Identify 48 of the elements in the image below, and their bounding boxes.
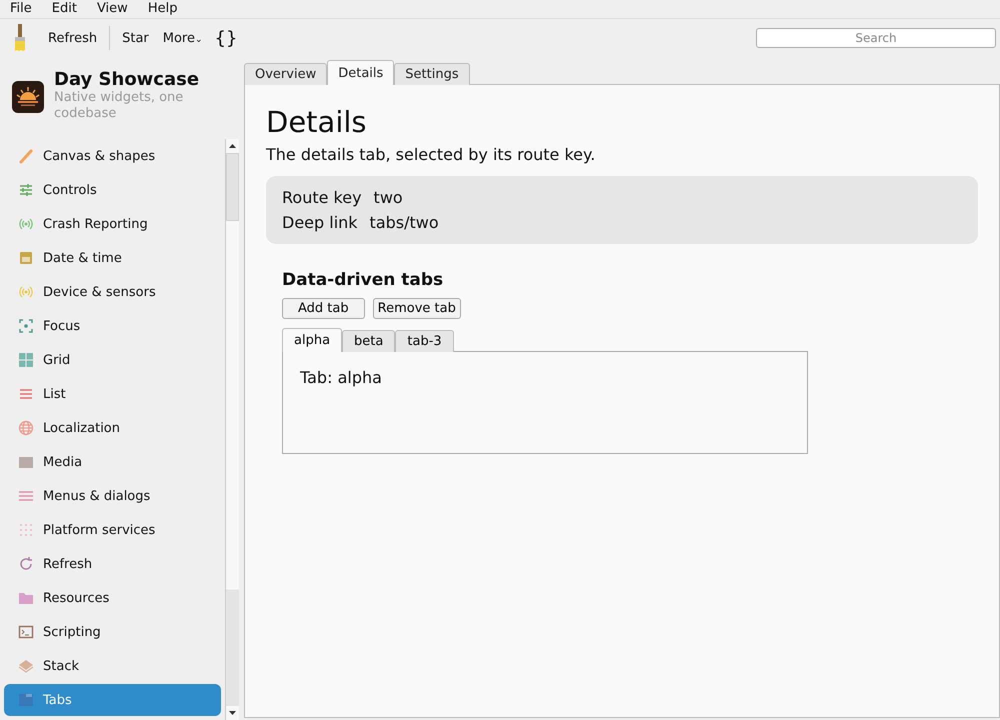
sidebar-item[interactable]: Scripting xyxy=(4,615,221,649)
search-field[interactable]: Search xyxy=(756,28,996,48)
info-label: Deep link xyxy=(282,213,358,232)
sidebar-item[interactable]: Crash Reporting xyxy=(4,207,221,241)
page-description: The details tab, selected by its route key. xyxy=(266,145,596,164)
info-value: two xyxy=(374,188,403,207)
refresh-button[interactable]: Refresh xyxy=(42,28,104,48)
tab[interactable]: beta xyxy=(342,330,396,352)
section-title: Data-driven tabs xyxy=(282,270,444,290)
star-button[interactable]: Star xyxy=(116,28,155,48)
sidebar-item[interactable]: Media xyxy=(4,445,221,479)
menu-item[interactable]: Edit xyxy=(42,0,87,18)
sidebar-item[interactable]: Menus & dialogs xyxy=(4,479,221,513)
info-label: Route key xyxy=(282,188,362,207)
sidebar-item[interactable]: Platform services xyxy=(4,513,221,547)
app-title: Day Showcase xyxy=(54,69,200,90)
sidebar-item[interactable]: Stack xyxy=(4,649,221,683)
info-value: tabs/two xyxy=(370,213,439,232)
sidebar-item[interactable]: Tabs xyxy=(4,684,221,716)
sidebar-item[interactable]: Date & time xyxy=(4,241,221,275)
sidebar-item[interactable]: Grid xyxy=(4,343,221,377)
tab[interactable]: alpha xyxy=(282,328,342,352)
sidebar-item[interactable]: List xyxy=(4,377,221,411)
tab-action-button[interactable]: Remove tab xyxy=(372,298,461,319)
sidebar-item[interactable]: Resources xyxy=(4,581,221,615)
braces-button[interactable]: {} xyxy=(210,28,242,48)
tab[interactable]: Details xyxy=(327,60,394,85)
tab-action-button[interactable]: Add tab xyxy=(282,298,365,319)
sidebar-item[interactable]: Refresh xyxy=(4,547,221,581)
more-button[interactable]: More⌄ xyxy=(156,28,209,48)
sidebar-item[interactable]: Focus xyxy=(4,309,221,343)
scrollbar-thumb[interactable] xyxy=(226,153,239,221)
sidebar-item[interactable]: Device & sensors xyxy=(4,275,221,309)
tab[interactable]: tab-3 xyxy=(395,330,454,352)
sidebar-item[interactable]: Controls xyxy=(4,173,221,207)
menu-item[interactable]: View xyxy=(86,0,138,18)
tab-content-text: Tab: alpha xyxy=(300,368,382,387)
tab[interactable]: Settings xyxy=(394,63,470,85)
menu-item[interactable]: File xyxy=(0,0,42,18)
sunrise-logo-icon xyxy=(12,81,44,113)
paintbrush-icon[interactable] xyxy=(12,24,28,52)
scrollbar[interactable] xyxy=(225,139,239,720)
sidebar-item[interactable]: Localization xyxy=(4,411,221,445)
sidebar-item[interactable]: Canvas & shapes xyxy=(4,139,221,173)
page-title: Details xyxy=(266,105,368,139)
app-subtitle: Native widgets, one codebase xyxy=(54,90,184,122)
tab[interactable]: Overview xyxy=(244,63,328,85)
menu-item[interactable]: Help xyxy=(138,0,188,18)
